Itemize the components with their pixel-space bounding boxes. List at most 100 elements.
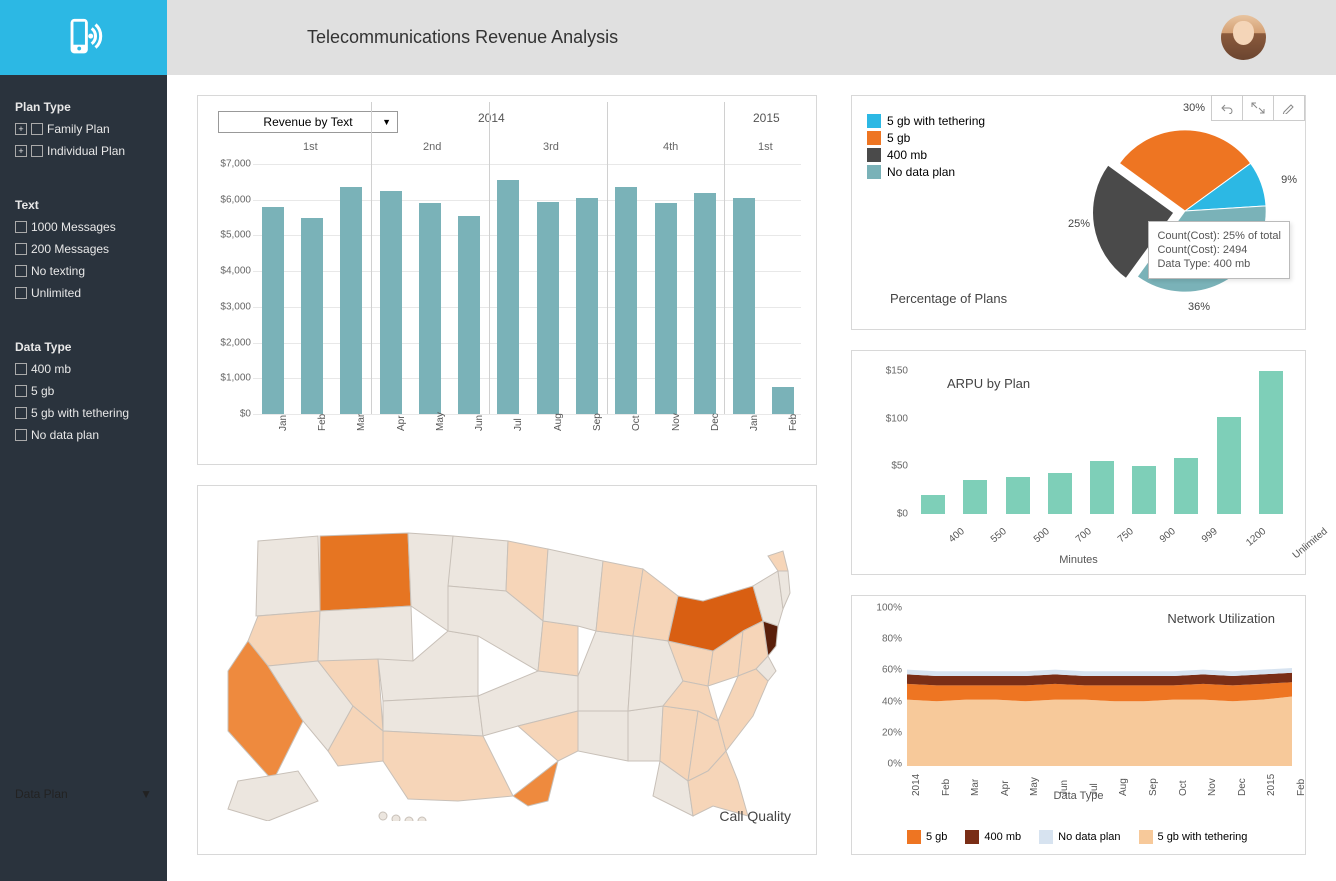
bar[interactable] (419, 203, 441, 414)
sidebar-filter-item[interactable]: 200 Messages (15, 242, 152, 256)
legend-item[interactable]: 5 gb with tethering (867, 114, 985, 128)
x-tick: Mar (356, 414, 367, 431)
bar[interactable] (1217, 417, 1241, 514)
bar[interactable] (537, 202, 559, 414)
bar-y-axis: $0$1,000$2,000$3,000$4,000$5,000$6,000$7… (208, 164, 253, 414)
legend-item[interactable]: 400 mb (867, 148, 985, 162)
bar[interactable] (576, 198, 598, 414)
y-tick: 0% (888, 759, 902, 770)
area-chart[interactable] (907, 608, 1292, 766)
legend-item[interactable]: 5 gb (867, 131, 985, 145)
tooltip-line: Count(Cost): 25% of total (1157, 230, 1281, 242)
q-label: 4th (663, 141, 678, 153)
x-tick: Sep (1148, 778, 1159, 796)
bar[interactable] (1174, 458, 1198, 514)
undo-button[interactable] (1211, 95, 1243, 121)
sidebar-filter-item[interactable]: 5 gb (15, 384, 152, 398)
legend-swatch (1039, 830, 1053, 844)
bar[interactable] (458, 216, 480, 414)
arpu-y-axis: $0$50$100$150 (862, 371, 910, 514)
sidebar-item-label: 1000 Messages (31, 220, 116, 234)
sidebar-item-label: 5 gb with tethering (31, 406, 129, 420)
y-tick: $6,000 (220, 194, 251, 205)
x-tick: Feb (788, 414, 799, 431)
sidebar-group-title: Text (15, 198, 152, 212)
expand-icon: + (15, 145, 27, 157)
pie-chart[interactable] (1080, 106, 1290, 316)
sidebar-filter-item[interactable]: +Individual Plan (15, 144, 152, 158)
bar[interactable] (1132, 466, 1156, 514)
y-tick: $1,000 (220, 373, 251, 384)
checkbox-icon (15, 221, 27, 233)
sidebar-group-title: Plan Type (15, 100, 152, 114)
bar[interactable] (1048, 473, 1072, 514)
legend-item[interactable]: No data plan (1039, 830, 1120, 844)
x-tick: Apr (1000, 780, 1011, 796)
bar[interactable] (655, 203, 677, 414)
usa-map[interactable] (208, 501, 798, 821)
x-tick: Dec (710, 413, 721, 431)
expand-button[interactable] (1242, 95, 1274, 121)
bar[interactable] (497, 180, 519, 414)
sidebar-filter-item[interactable]: No texting (15, 264, 152, 278)
net-x-title: Data Type (1054, 790, 1104, 802)
x-tick: Dec (1237, 778, 1248, 796)
legend-label: 5 gb with tethering (887, 114, 985, 128)
user-avatar[interactable] (1221, 15, 1266, 60)
legend-item[interactable]: No data plan (867, 165, 985, 179)
legend-swatch (867, 148, 881, 162)
bar[interactable] (1090, 461, 1114, 514)
bar[interactable] (262, 207, 284, 414)
bar[interactable] (380, 191, 402, 414)
legend-swatch (867, 165, 881, 179)
sidebar-filter-item[interactable]: 5 gb with tethering (15, 406, 152, 420)
expand-icon: + (15, 123, 27, 135)
x-tick: Oct (631, 415, 642, 431)
legend-label: 5 gb (926, 831, 947, 843)
x-tick: Jan (749, 415, 760, 431)
revenue-metric-label: Revenue by Text (263, 115, 352, 129)
edit-button[interactable] (1273, 95, 1305, 121)
sidebar-filter-item[interactable]: No data plan (15, 428, 152, 442)
bar[interactable] (1259, 371, 1283, 514)
y-tick: 40% (882, 696, 902, 707)
bar[interactable] (340, 187, 362, 414)
sidebar-item-label: 200 Messages (31, 242, 109, 256)
bar[interactable] (772, 387, 794, 414)
bar[interactable] (921, 495, 945, 514)
data-plan-select[interactable]: Data Plan ▼ (15, 787, 152, 801)
legend-label: No data plan (1058, 831, 1120, 843)
legend-swatch (965, 830, 979, 844)
bar[interactable] (615, 187, 637, 414)
y-tick: $3,000 (220, 301, 251, 312)
bar[interactable] (694, 193, 716, 414)
x-tick: Jun (474, 415, 485, 431)
year-label-2014: 2014 (478, 111, 505, 125)
y-tick: 20% (882, 727, 902, 738)
net-legend: 5 gb 400 mb No data plan 5 gb with tetherin… (907, 830, 1247, 844)
bar[interactable] (1006, 477, 1030, 514)
sidebar-filter-item[interactable]: Unlimited (15, 286, 152, 300)
x-tick: 1200 (1244, 526, 1268, 549)
legend-item[interactable]: 400 mb (965, 830, 1021, 844)
bar[interactable] (963, 480, 987, 514)
area-series[interactable] (907, 696, 1292, 766)
sidebar-filter-item[interactable]: 1000 Messages (15, 220, 152, 234)
legend-swatch (867, 131, 881, 145)
legend-item[interactable]: 5 gb (907, 830, 947, 844)
bar[interactable] (733, 198, 755, 414)
page-title: Telecommunications Revenue Analysis (307, 27, 618, 48)
x-tick: 400 (947, 526, 967, 545)
bar-plot-area: JanFebMarAprMayJunJulAugSepOctNovDecJanF… (253, 164, 801, 414)
y-tick: $150 (886, 366, 908, 377)
sidebar-filter-item[interactable]: 400 mb (15, 362, 152, 376)
pie-pct-label: 9% (1281, 174, 1297, 186)
sidebar-filter-item[interactable]: +Family Plan (15, 122, 152, 136)
area-series[interactable] (907, 668, 1292, 676)
legend-label: 5 gb (887, 131, 910, 145)
bar[interactable] (301, 218, 323, 414)
x-tick: 2014 (911, 774, 922, 796)
legend-item[interactable]: 5 gb with tethering (1139, 830, 1248, 844)
checkbox-icon (15, 243, 27, 255)
legend-label: 400 mb (984, 831, 1021, 843)
